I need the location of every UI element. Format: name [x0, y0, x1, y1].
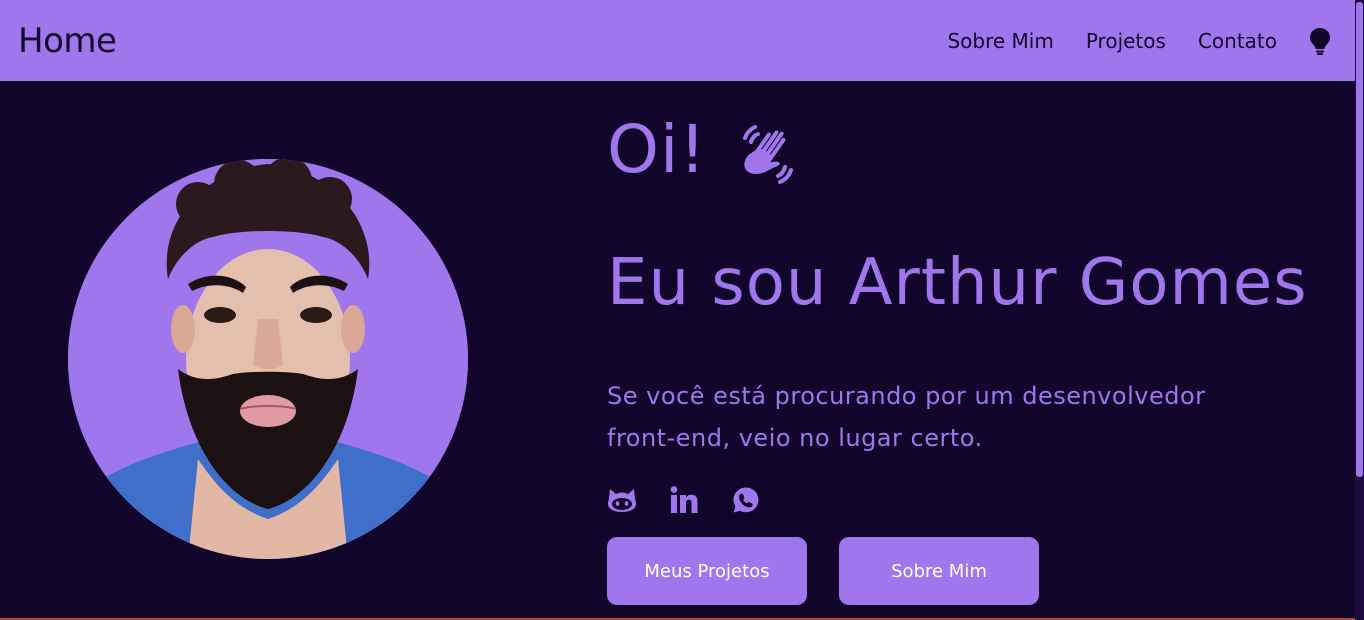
- nav-link-contato[interactable]: Contato: [1198, 29, 1277, 53]
- scrollbar-thumb[interactable]: [1356, 2, 1363, 477]
- tagline: Se você está procurando por um desenvolv…: [607, 382, 1206, 452]
- home-link[interactable]: Home: [18, 21, 117, 61]
- waving-hand-icon: [737, 119, 799, 184]
- cta-buttons: Meus Projetos Sobre Mim: [607, 537, 1308, 605]
- nav-link-sobre-mim[interactable]: Sobre Mim: [947, 29, 1053, 53]
- github-icon[interactable]: [607, 485, 637, 515]
- greeting: Oi!: [607, 105, 1308, 195]
- page-scrollbar[interactable]: [1355, 0, 1364, 620]
- lightbulb-icon[interactable]: [1309, 26, 1333, 56]
- whatsapp-icon[interactable]: [731, 485, 761, 515]
- meus-projetos-button[interactable]: Meus Projetos: [607, 537, 807, 605]
- social-links: [607, 485, 1308, 515]
- sobre-mim-button[interactable]: Sobre Mim: [839, 537, 1039, 605]
- nav-links: Sobre Mim Projetos Contato: [915, 26, 1333, 56]
- greeting-text: Oi!: [607, 111, 707, 188]
- nav-link-projetos[interactable]: Projetos: [1086, 29, 1166, 53]
- navbar: Home Sobre Mim Projetos Contato: [0, 0, 1355, 81]
- headline: Eu sou Arthur Gomes: [607, 246, 1308, 320]
- linkedin-icon[interactable]: [669, 485, 699, 515]
- profile-photo: [68, 159, 468, 559]
- hero-section: Oi! Eu sou Arthur Gomes Se você está pro…: [607, 105, 1308, 605]
